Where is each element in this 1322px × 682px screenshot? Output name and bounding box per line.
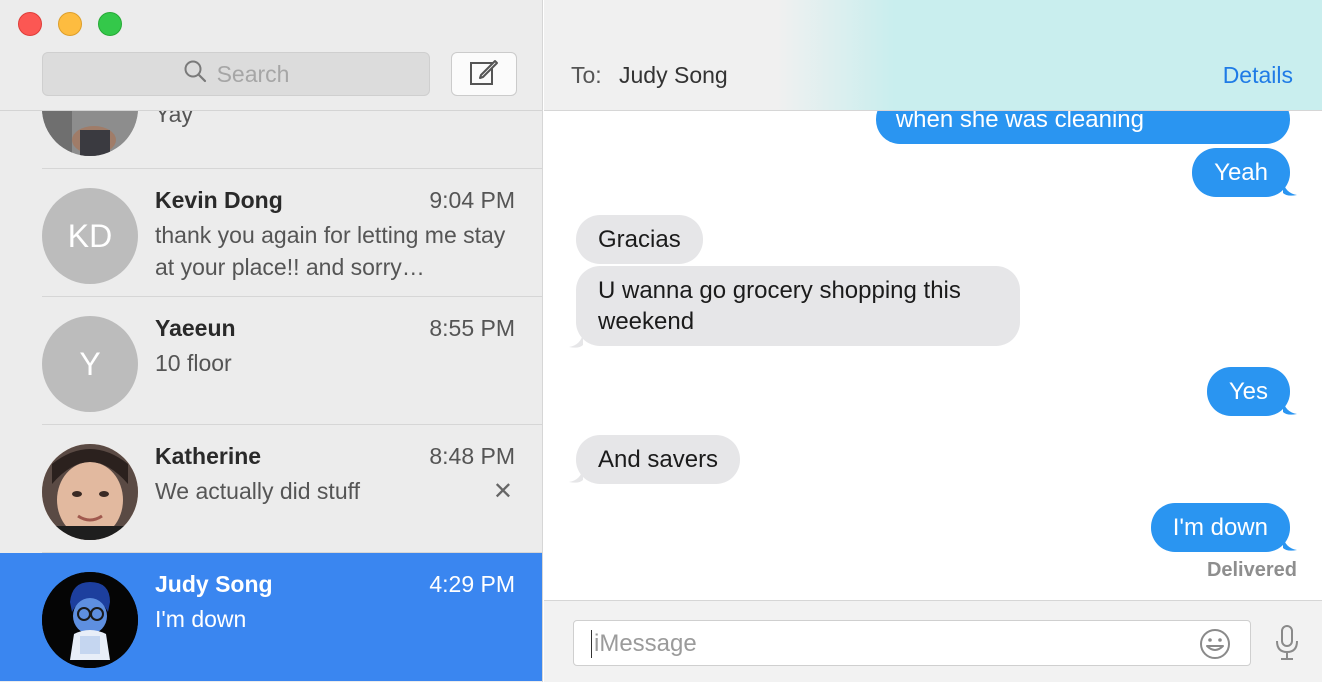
received-message-bubble[interactable]: Gracias: [576, 215, 703, 264]
window-zoom-button[interactable]: [98, 12, 122, 36]
sent-message-bubble[interactable]: Yeah: [1192, 148, 1290, 197]
conversation-row[interactable]: KD Kevin Dong 9:04 PM thank you again fo…: [0, 169, 542, 297]
conversation-preview: We actually did stuff: [155, 478, 360, 504]
avatar: [42, 572, 138, 668]
window-close-button[interactable]: [18, 12, 42, 36]
messages-window: Search Yay KD Kevin Dong 9:04 PM thank y…: [0, 0, 1322, 682]
received-message-bubble[interactable]: And savers: [576, 435, 741, 484]
conversation-preview: 10 floor: [155, 350, 232, 376]
avatar: [42, 111, 138, 156]
bubble-tail: [1283, 536, 1297, 551]
message-input-placeholder: iMessage: [591, 630, 697, 658]
details-button[interactable]: Details: [1223, 62, 1293, 89]
received-message-bubble[interactable]: U wanna go grocery shopping this weekend: [576, 266, 1020, 346]
sidebar: Search Yay KD Kevin Dong 9:04 PM thank y…: [0, 0, 543, 682]
microphone-icon[interactable]: [1274, 624, 1300, 667]
compose-bar: iMessage: [544, 600, 1322, 682]
sent-message-bubble[interactable]: Yes: [1206, 367, 1290, 416]
emoji-icon[interactable]: [1198, 627, 1232, 666]
recipient-name[interactable]: Judy Song: [619, 62, 728, 89]
search-input[interactable]: Search: [42, 52, 430, 96]
conversation-row[interactable]: Katherine 8:48 PM We actually did stuff …: [0, 425, 542, 553]
conversation-pane: To: Judy Song Details when she was clean…: [544, 0, 1322, 682]
conversation-preview: I'm down: [155, 606, 247, 632]
conversation-time: 4:29 PM: [429, 571, 515, 597]
conversation-preview: thank you again for letting me stay at y…: [155, 222, 506, 280]
conversation-name: Katherine: [155, 443, 262, 469]
search-icon: [183, 59, 207, 89]
search-placeholder: Search: [216, 60, 290, 87]
bubble-tail: [569, 468, 583, 483]
compose-icon: [469, 58, 499, 91]
close-icon[interactable]: ✕: [493, 477, 513, 506]
conversation-name: Judy Song: [155, 571, 273, 597]
sent-message-bubble[interactable]: I'm down: [1150, 503, 1290, 552]
conversation-name: Kevin Dong: [155, 187, 283, 213]
conversation-preview: Yay: [155, 111, 193, 127]
conversation-name: Yaeeun: [155, 315, 236, 341]
conversation-row[interactable]: Yay: [0, 111, 542, 169]
bubble-tail: [1283, 400, 1297, 415]
conversation-time: 8:48 PM: [429, 443, 515, 469]
conversation-time: 9:04 PM: [429, 187, 515, 213]
avatar: [42, 444, 138, 540]
to-label: To:: [571, 62, 602, 88]
avatar: KD: [42, 188, 138, 284]
bubble-tail: [1283, 181, 1297, 196]
conversation-row[interactable]: Y Yaeeun 8:55 PM 10 floor: [0, 297, 542, 425]
sent-message-bubble[interactable]: when she was cleaning: [875, 111, 1290, 144]
conversation-header: To: Judy Song Details: [544, 0, 1322, 111]
message-transcript: when she was cleaning Yeah Gracias U wan…: [544, 111, 1322, 600]
conversation-list: Yay KD Kevin Dong 9:04 PM thank you agai…: [0, 111, 542, 682]
conversation-time: 8:55 PM: [429, 315, 515, 341]
compose-button[interactable]: [451, 52, 517, 96]
conversation-row-selected[interactable]: Judy Song 4:29 PM I'm down: [0, 553, 542, 681]
bubble-tail: [569, 333, 583, 348]
window-minimize-button[interactable]: [58, 12, 82, 36]
delivered-status: Delivered: [1206, 559, 1297, 581]
message-input[interactable]: iMessage: [573, 620, 1251, 666]
avatar: Y: [42, 316, 138, 412]
